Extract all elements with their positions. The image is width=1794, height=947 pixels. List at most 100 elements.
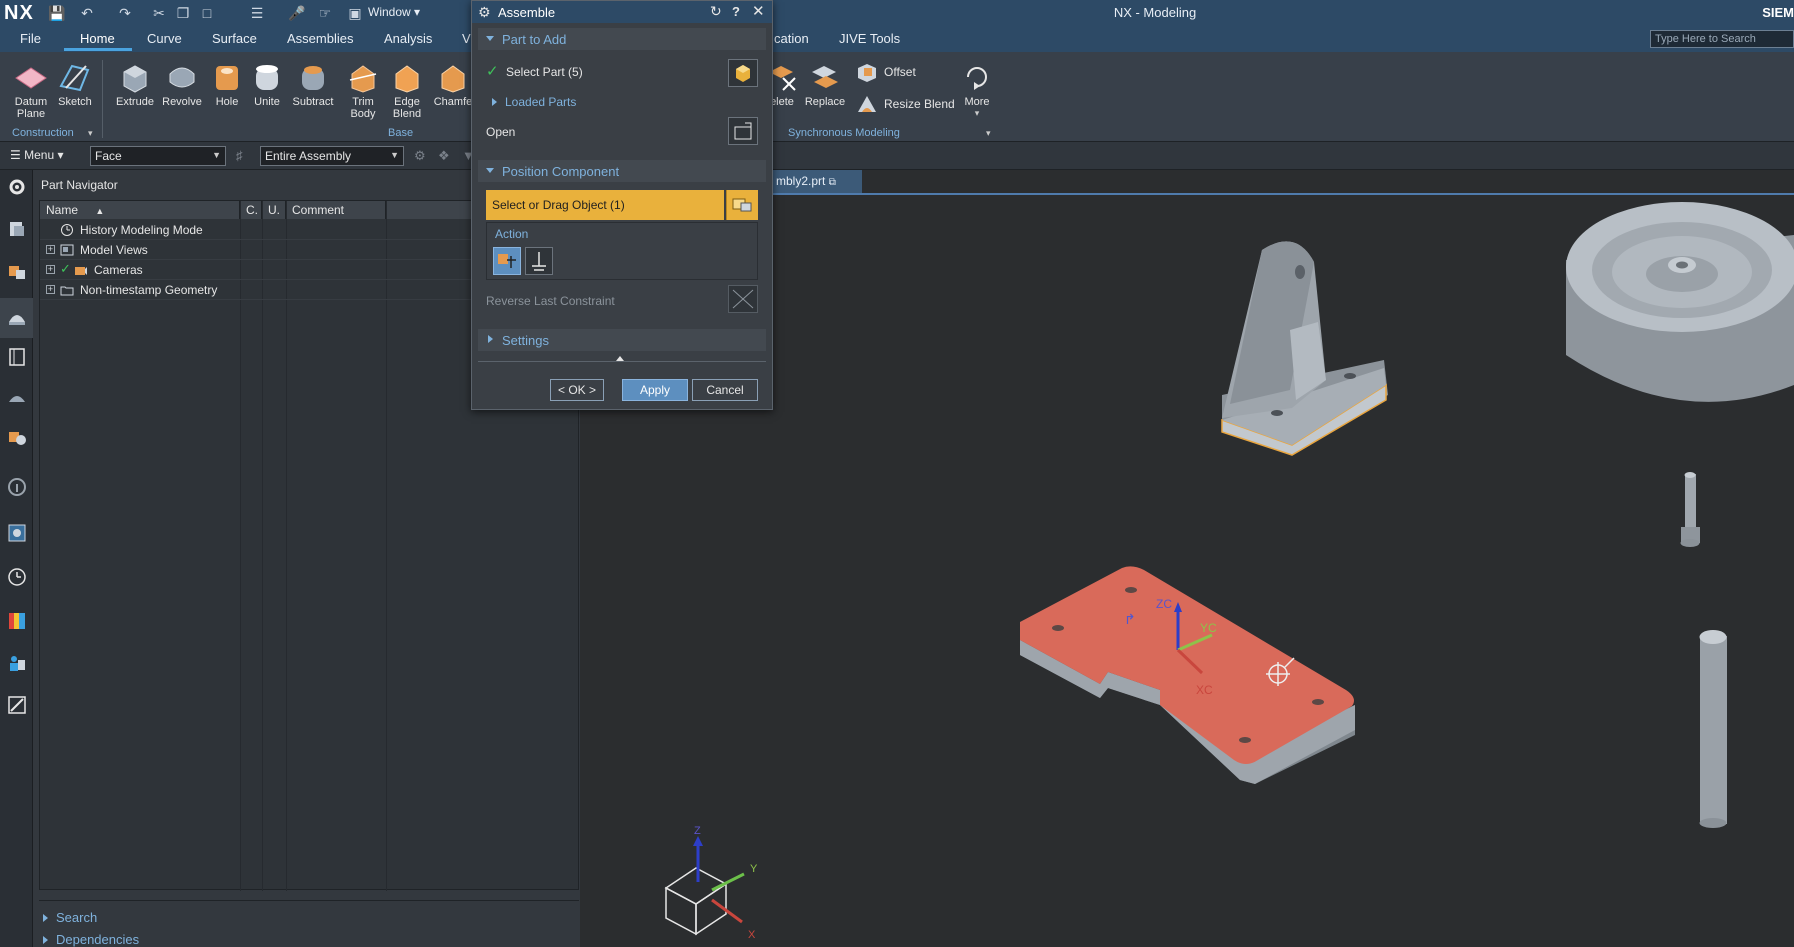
settings-gear-icon[interactable]	[6, 176, 28, 198]
menu-button[interactable]: ☰ Menu ▾	[10, 148, 63, 162]
chevron-down-icon: ▼	[390, 150, 399, 160]
tab-application[interactable]: cation	[774, 31, 809, 46]
selection-option-icon[interactable]: ⚙	[414, 148, 426, 164]
loaded-parts-subsection[interactable]: Loaded Parts	[492, 95, 576, 109]
resource-bar	[0, 170, 33, 947]
expand-icon[interactable]: +	[46, 245, 55, 254]
command-search-input[interactable]: Type Here to Search	[1650, 30, 1794, 48]
window-icon[interactable]: ▣	[346, 4, 364, 22]
datum-plane-button[interactable]: Datum Plane	[8, 60, 54, 120]
tab-jive-tools[interactable]: JIVE Tools	[839, 31, 900, 46]
offset-region-button[interactable]: Offset	[856, 62, 916, 82]
small-pin-part[interactable]	[1680, 472, 1701, 547]
base-plate-part[interactable]	[1020, 566, 1355, 784]
search-panel-section[interactable]: Search	[39, 910, 97, 932]
select-drag-object-field[interactable]: Select or Drag Object (1)	[486, 190, 724, 220]
detach-tab-icon[interactable]: ⧉	[829, 177, 836, 188]
reset-icon[interactable]: ↻	[710, 3, 722, 20]
filter-reset-icon[interactable]: ♯	[236, 148, 243, 163]
trim-body-button[interactable]: Trim Body	[340, 60, 386, 120]
copy-icon[interactable]: ❐	[174, 4, 192, 22]
select-part-row[interactable]: ✓ Select Part (5)	[486, 61, 756, 83]
reverse-last-constraint-button[interactable]	[728, 285, 758, 313]
view-orientation-triad[interactable]: Z Y X	[664, 825, 758, 941]
selection-priority-icon[interactable]: ❖	[438, 148, 450, 164]
column-header-name[interactable]: Name ▲	[40, 201, 240, 219]
close-icon[interactable]: ✕	[752, 2, 765, 20]
tall-pin-part[interactable]	[1699, 630, 1728, 828]
edge-blend-button[interactable]: Edge Blend	[384, 60, 430, 120]
column-header-comment[interactable]: Comment	[286, 201, 386, 219]
column-header-current[interactable]: C.	[240, 201, 262, 219]
cut-icon[interactable]: ✂	[150, 4, 168, 22]
select-object-button[interactable]	[726, 190, 758, 220]
sketch-button[interactable]: Sketch	[52, 60, 98, 108]
section-position-component[interactable]: Position Component	[478, 160, 766, 182]
chamfer-button[interactable]: Chamfe	[430, 60, 476, 108]
collapse-arrow-icon	[486, 168, 494, 173]
hd3d-tools-icon[interactable]	[6, 386, 28, 408]
pulley-part[interactable]	[1566, 202, 1794, 402]
help-icon[interactable]: ?	[732, 4, 740, 19]
select-part-button[interactable]	[728, 59, 758, 87]
tab-file[interactable]: File	[20, 31, 41, 46]
part-navigator-icon[interactable]	[6, 306, 28, 328]
selection-scope-select[interactable]: Entire Assembly ▼	[260, 146, 404, 166]
checkmark-icon[interactable]: ✓	[60, 261, 71, 277]
save-icon[interactable]: 💾	[48, 4, 66, 22]
constrain-action-button[interactable]	[525, 247, 553, 275]
extrude-button[interactable]: Extrude	[112, 60, 158, 108]
dialog-title-bar[interactable]: ⚙ Assemble ↻ ? ✕	[472, 1, 772, 23]
apply-button[interactable]: Apply	[622, 379, 688, 401]
section-settings[interactable]: Settings	[478, 329, 766, 351]
constraint-navigator-icon[interactable]	[6, 260, 28, 282]
unite-button[interactable]: Unite	[244, 60, 290, 108]
replace-face-button[interactable]: Replace	[802, 60, 848, 108]
column-header-uptodate[interactable]: U.	[262, 201, 286, 219]
tab-assemblies[interactable]: Assemblies	[287, 31, 353, 46]
tab-surface[interactable]: Surface	[212, 31, 257, 46]
collapse-dialog-icon[interactable]	[616, 356, 624, 361]
constraint-icon	[532, 252, 546, 271]
dependencies-panel-section[interactable]: Dependencies	[39, 932, 139, 947]
section-part-to-add[interactable]: Part to Add	[478, 28, 766, 50]
tab-view[interactable]: V	[462, 31, 471, 46]
file-tab-assembly2[interactable]: mbly2.prt ⧉	[770, 170, 862, 193]
subtract-button[interactable]: Subtract	[290, 60, 336, 108]
web-browser-icon[interactable]	[6, 426, 28, 448]
palette-colors-icon[interactable]	[6, 610, 28, 632]
undo-icon[interactable]: ↶	[78, 4, 96, 22]
subtract-icon	[302, 66, 324, 90]
touch-mode-icon[interactable]: ☞	[316, 4, 334, 22]
redo-icon[interactable]: ↷	[116, 4, 134, 22]
tab-analysis[interactable]: Analysis	[384, 31, 432, 46]
open-file-button[interactable]	[728, 117, 758, 145]
synchronous-group-dropdown[interactable]: ▾	[986, 128, 991, 139]
construction-group-dropdown[interactable]: ▾	[88, 128, 93, 139]
repeat-command-icon[interactable]: ☰	[248, 4, 266, 22]
revolve-button[interactable]: Revolve	[159, 60, 205, 108]
more-button[interactable]: More ▾	[954, 60, 1000, 119]
move-action-button[interactable]	[493, 247, 521, 275]
type-filter-select[interactable]: Face ▼	[90, 146, 226, 166]
expand-icon[interactable]: +	[46, 285, 55, 294]
system-materials-icon[interactable]	[6, 522, 28, 544]
expand-icon[interactable]: +	[46, 265, 55, 274]
history-clock-icon[interactable]	[6, 566, 28, 588]
history-palette-icon[interactable]	[6, 476, 28, 498]
tab-home[interactable]: Home	[80, 31, 115, 46]
nx-logo: NX	[4, 2, 34, 24]
ok-button[interactable]: < OK >	[550, 379, 604, 401]
roles-icon[interactable]	[6, 652, 28, 674]
sort-ascending-icon: ▲	[95, 206, 105, 216]
assembly-navigator-icon[interactable]	[6, 218, 28, 240]
tools-icon[interactable]	[6, 694, 28, 716]
tab-curve[interactable]: Curve	[147, 31, 182, 46]
window-menu[interactable]: Window ▾	[368, 5, 420, 19]
bracket-part[interactable]	[1221, 241, 1388, 456]
reuse-library-icon[interactable]	[6, 346, 28, 368]
microphone-icon[interactable]: 🎤	[288, 4, 306, 22]
paste-icon[interactable]: □	[198, 4, 216, 22]
resize-blend-button[interactable]: Resize Blend	[856, 94, 955, 114]
cancel-button[interactable]: Cancel	[692, 379, 758, 401]
